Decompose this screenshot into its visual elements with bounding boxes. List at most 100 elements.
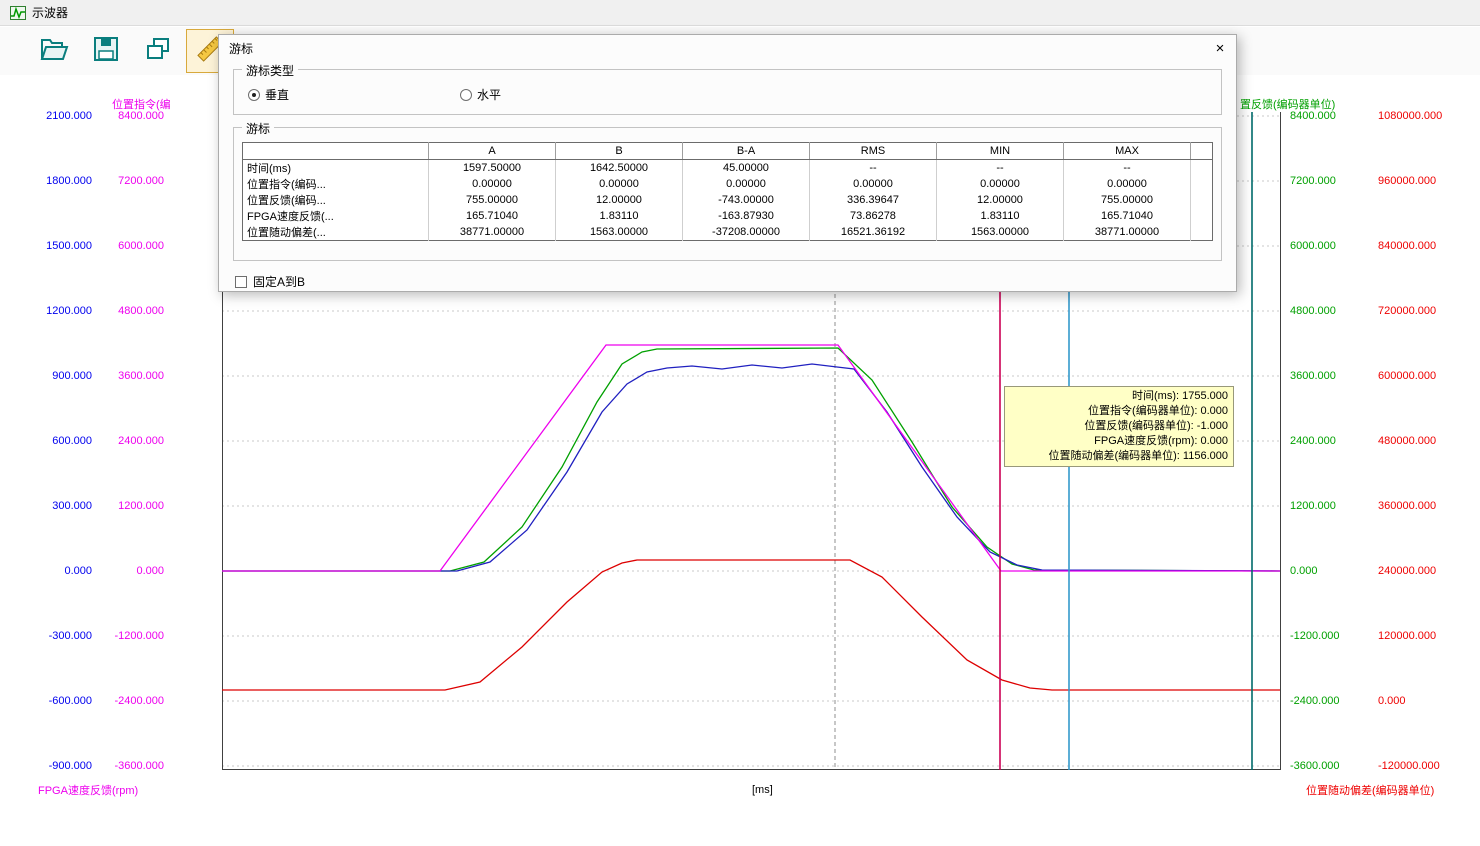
cell-value: 0.00000 [1064,176,1191,192]
axis-tick: 600000.000 [1378,369,1436,383]
axis-tick: -2400.000 [96,694,164,708]
cell-value: 73.86278 [810,208,937,224]
axis-left-magenta: 8400.0007200.0006000.0004800.0003600.000… [96,0,164,846]
axis-tick: 600.000 [24,434,92,448]
axis-tick: 0.000 [96,564,164,578]
cell-value: 16521.36192 [810,224,937,241]
axis-left-blue: 2100.0001800.0001500.0001200.000900.0006… [24,0,92,846]
axis-tick: -3600.000 [96,759,164,773]
cursor-dialog: 游标 × 游标类型 垂直水平 游标 ABB-ARMSMINMAX时间(ms)15… [218,34,1237,292]
cell-empty [1191,176,1213,192]
cell-value: 38771.00000 [1064,224,1191,241]
cell-value: 755.00000 [429,192,556,208]
axis-tick: 1200.000 [96,499,164,513]
table-row: 时间(ms)1597.500001642.5000045.00000------ [243,160,1213,177]
axis-tick: 1200.000 [1290,499,1336,513]
axis-tick: 7200.000 [96,174,164,188]
cell-value: 1642.50000 [556,160,683,177]
axis-tick: -1200.000 [96,629,164,643]
axis-tick: -3600.000 [1290,759,1340,773]
table-header-cell: A [429,143,556,160]
window-titlebar: 示波器 [0,0,1480,26]
axis-tick: 2400.000 [1290,434,1336,448]
cell-value: 755.00000 [1064,192,1191,208]
row-label: 时间(ms) [243,160,429,177]
axis-tick: 7200.000 [1290,174,1336,188]
row-label: 位置反馈(编码... [243,192,429,208]
cell-value: 45.00000 [683,160,810,177]
table-header-cell: B-A [683,143,810,160]
cell-value: 0.00000 [556,176,683,192]
axis-tick: 0.000 [1378,694,1406,708]
table-header-cell [243,143,429,160]
table-header-cell: RMS [810,143,937,160]
table-header-cell [1191,143,1213,160]
axis-tick: 1500.000 [24,239,92,253]
axis-tick: -600.000 [24,694,92,708]
dialog-title: 游标 [229,40,253,57]
axis-tick: 360000.000 [1378,499,1436,513]
radio-circle-icon [248,89,260,101]
series-following-error [222,560,1280,690]
axis-tick: 2100.000 [24,109,92,123]
table-header-cell: MIN [937,143,1064,160]
fix-a-to-b-checkbox[interactable]: 固定A到B [235,273,1236,290]
axis-tick: 0.000 [24,564,92,578]
cell-value: 0.00000 [683,176,810,192]
tooltip-line: 位置随动偏差(编码器单位): 1156.000 [1010,449,1228,464]
cell-value: 0.00000 [429,176,556,192]
cell-value: 12.00000 [556,192,683,208]
axis-tick: 3600.000 [1290,369,1336,383]
axis-tick: 300.000 [24,499,92,513]
row-label: 位置指令(编码... [243,176,429,192]
cell-value: -37208.00000 [683,224,810,241]
cell-value: -163.87930 [683,208,810,224]
axis-right-red: 1080000.000 960000.000 840000.000 720000.00… [1378,0,1478,846]
axis-tick: 3600.000 [96,369,164,383]
cell-empty [1191,224,1213,241]
cell-value: 38771.00000 [429,224,556,241]
cell-value: 1563.00000 [937,224,1064,241]
close-icon[interactable]: × [1210,38,1230,58]
cell-value: 165.71040 [1064,208,1191,224]
axis-tick: 240000.000 [1378,564,1436,578]
cell-empty [1191,160,1213,177]
axis-tick: 900.000 [24,369,92,383]
axis-tick: 840000.000 [1378,239,1436,253]
table-row: 位置反馈(编码...755.0000012.00000-743.00000336… [243,192,1213,208]
checkbox-box[interactable] [235,276,247,288]
radio-circle-icon [460,89,472,101]
cell-value: 1563.00000 [556,224,683,241]
radio-垂直[interactable]: 垂直 [248,86,289,103]
cell-value: 336.39647 [810,192,937,208]
axis-label-following-error: 位置随动偏差(编码器单位) [1306,782,1434,798]
axis-tick: 4800.000 [96,304,164,318]
row-label: FPGA速度反馈(... [243,208,429,224]
cell-value: 1.83110 [937,208,1064,224]
cell-value: -743.00000 [683,192,810,208]
table-row: 位置随动偏差(...38771.000001563.00000-37208.00… [243,224,1213,241]
axis-right-green: 8400.0007200.0006000.0004800.0003600.000… [1290,0,1376,846]
axis-label-position-command: 位置指令(编 [112,96,171,112]
cell-value: 165.71040 [429,208,556,224]
table-row: 位置指令(编码...0.000000.000000.000000.000000.… [243,176,1213,192]
cursor-type-options: 垂直 水平 [234,70,1221,114]
axis-label-fpga-speed: FPGA速度反馈(rpm) [38,782,138,798]
axis-tick: 960000.000 [1378,174,1436,188]
tooltip-line: FPGA速度反馈(rpm): 0.000 [1010,434,1228,449]
axis-tick: 1800.000 [24,174,92,188]
radio-水平[interactable]: 水平 [460,86,501,103]
cursor-values-group-label: 游标 [242,120,274,137]
dialog-titlebar[interactable]: 游标 × [219,35,1236,61]
axis-tick: 720000.000 [1378,304,1436,318]
axis-tick: 1080000.000 [1378,109,1442,123]
axis-tick: -2400.000 [1290,694,1340,708]
axis-tick: 2400.000 [96,434,164,448]
axis-tick: 6000.000 [96,239,164,253]
radio-label: 水平 [477,86,501,103]
axis-tick: 480000.000 [1378,434,1436,448]
axis-tick: 6000.000 [1290,239,1336,253]
axis-tick: -120000.000 [1378,759,1440,773]
cell-value: -- [810,160,937,177]
cell-value: -- [1064,160,1191,177]
